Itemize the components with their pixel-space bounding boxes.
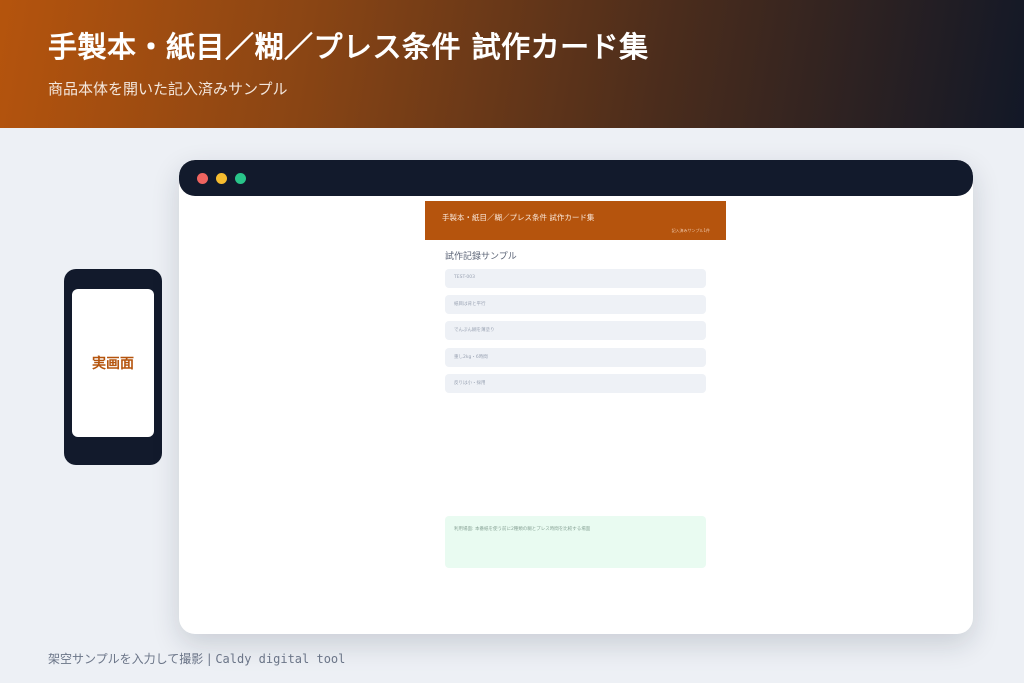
grain-direction-value: 紙目は背と平行 xyxy=(454,302,486,307)
browser-window: 手製本・紙目／糊／プレス条件 試作カード集 記入済みサンプル1件 試作記録サンプ… xyxy=(179,160,973,634)
press-condition-value: 重し2kg・6時間 xyxy=(454,355,488,360)
minimize-window-dot[interactable] xyxy=(216,173,227,184)
sample-id-field[interactable]: TEST-003 xyxy=(445,269,706,288)
grain-direction-field[interactable]: 紙目は背と平行 xyxy=(445,295,706,314)
usage-note-text: 利用場面: 本番紙を使う前に2種類の糊とプレス時間を比較する場面 xyxy=(454,527,591,532)
glue-field[interactable]: でんぷん糊を薄塗り xyxy=(445,321,706,340)
sample-id-value: TEST-003 xyxy=(454,275,475,280)
app-header-meta: 記入済みサンプル1件 xyxy=(671,228,710,233)
maximize-window-dot[interactable] xyxy=(235,173,246,184)
footer-caption-text: 架空サンプルを入力して撮影 xyxy=(48,652,204,666)
press-condition-field[interactable]: 重し2kg・6時間 xyxy=(445,348,706,367)
glue-value: でんぷん糊を薄塗り xyxy=(454,328,495,333)
hero-title: 手製本・紙目／糊／プレス条件 試作カード集 xyxy=(48,30,649,64)
section-title: 試作記録サンプル xyxy=(445,252,517,262)
footer-brand: Caldy digital tool xyxy=(215,652,346,666)
close-window-dot[interactable] xyxy=(197,173,208,184)
app-title: 手製本・紙目／糊／プレス条件 試作カード集 xyxy=(442,213,595,222)
result-field[interactable]: 反りは小・採用 xyxy=(445,374,706,393)
phone-mockup: 実画面 xyxy=(64,269,162,465)
browser-titlebar xyxy=(179,160,973,196)
hero-subtitle: 商品本体を開いた記入済みサンプル xyxy=(48,80,288,98)
footer-caption: 架空サンプルを入力して撮影 | Caldy digital tool xyxy=(48,650,345,667)
phone-screen: 実画面 xyxy=(72,289,154,437)
footer-separator: | xyxy=(207,652,212,666)
app-header: 手製本・紙目／糊／プレス条件 試作カード集 記入済みサンプル1件 xyxy=(425,201,726,240)
phone-label: 実画面 xyxy=(92,356,134,372)
usage-note: 利用場面: 本番紙を使う前に2種類の糊とプレス時間を比較する場面 xyxy=(445,516,706,568)
result-value: 反りは小・採用 xyxy=(454,381,486,386)
hero-banner: 手製本・紙目／糊／プレス条件 試作カード集 商品本体を開いた記入済みサンプル xyxy=(0,0,1024,128)
